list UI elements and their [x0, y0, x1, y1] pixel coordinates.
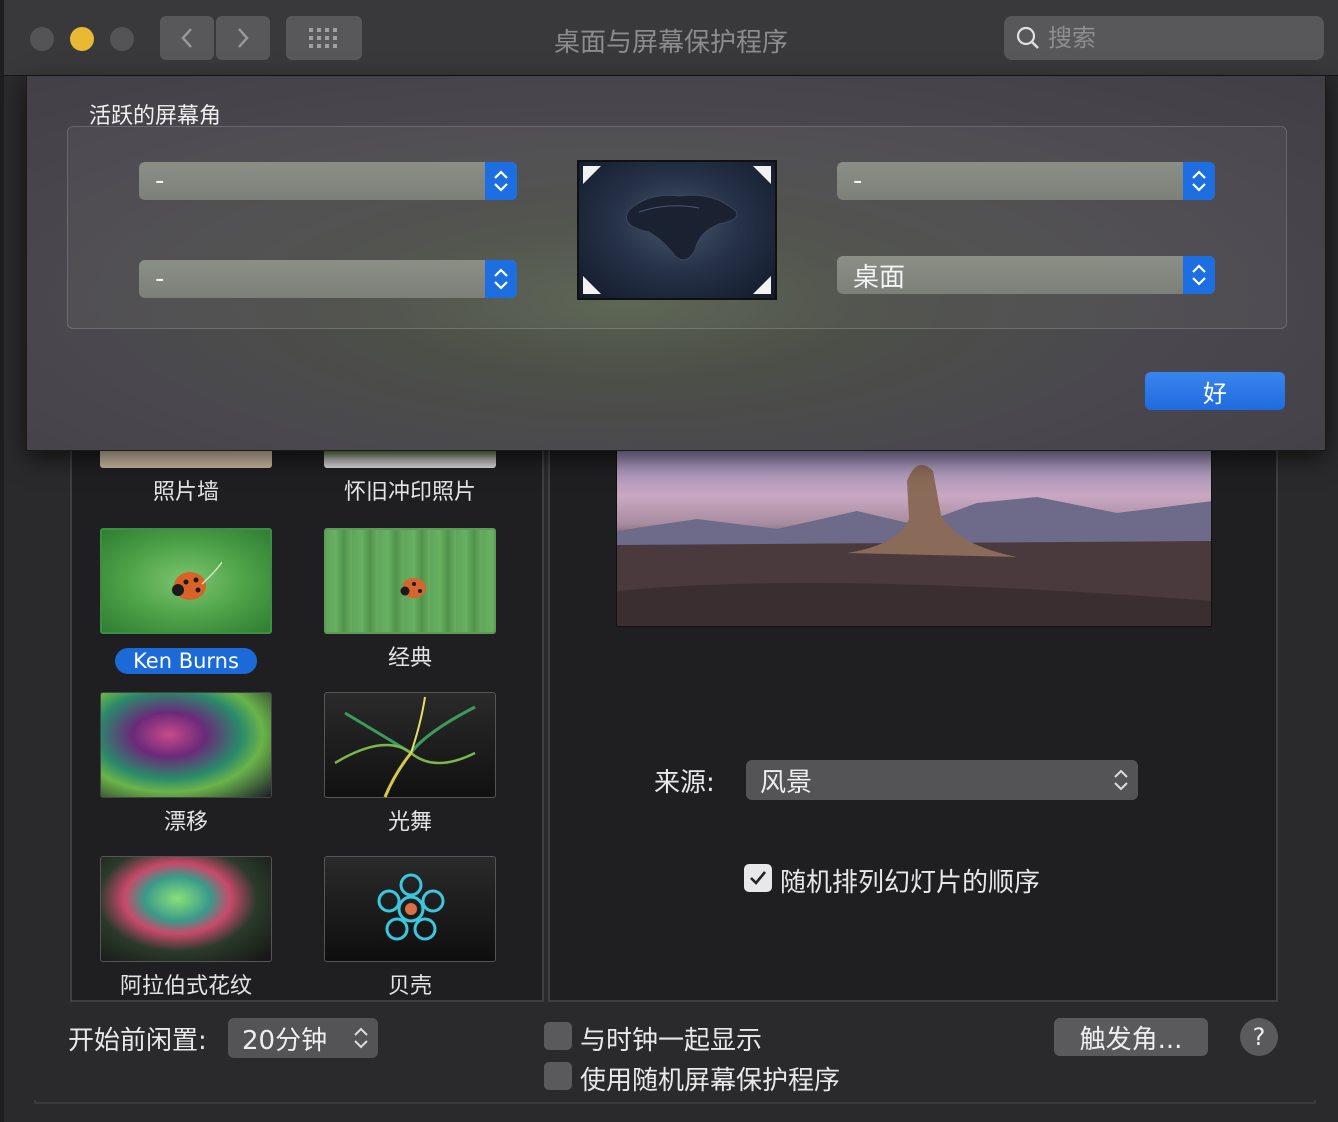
select-stepper: [485, 260, 517, 298]
screensaver-preview: [616, 440, 1212, 627]
checkmark-icon: [750, 871, 767, 885]
navigation-buttons: [160, 16, 270, 60]
screensaver-label: 怀旧冲印照片: [343, 480, 476, 505]
screensaver-label: Ken Burns: [115, 648, 257, 674]
corner-arrow-icon: [753, 276, 771, 294]
flurry-thumbnail: [324, 692, 496, 798]
forward-button[interactable]: [216, 16, 270, 60]
chevron-updown-icon: [354, 1027, 368, 1049]
back-button[interactable]: [160, 16, 214, 60]
top-right-corner-value: -: [853, 166, 863, 196]
chevron-right-icon: [238, 28, 249, 48]
select-stepper: [485, 162, 517, 200]
corner-arrow-icon: [583, 166, 601, 184]
screensaver-item[interactable]: 阿拉伯式花纹: [96, 856, 276, 1000]
top-right-corner-select[interactable]: -: [837, 162, 1215, 200]
idle-time-value: 20分钟: [242, 1025, 328, 1056]
source-label: 来源:: [654, 768, 715, 798]
idle-time-select[interactable]: 20分钟: [228, 1018, 378, 1058]
top-left-corner-value: -: [155, 166, 165, 196]
chevron-updown-icon: [494, 268, 508, 290]
random-screensaver-label: 使用随机屏幕保护程序: [580, 1066, 841, 1096]
screensaver-item[interactable]: 贝壳: [320, 856, 500, 1000]
select-stepper: [1183, 162, 1215, 200]
screensaver-item[interactable]: 光舞: [320, 692, 500, 836]
minimize-window-button[interactable]: [70, 27, 94, 51]
shuffle-label: 随机排列幻灯片的顺序: [780, 868, 1041, 898]
screensaver-label: 照片墙: [152, 480, 219, 505]
bottom-left-corner-value: -: [155, 264, 165, 294]
shell-thumbnail: [324, 856, 496, 962]
screensaver-label: 阿拉伯式花纹: [119, 974, 252, 999]
chevron-updown-icon: [1192, 264, 1206, 286]
system-preferences-window: 桌面与屏幕保护程序 照片墙 怀旧冲印照片: [4, 0, 1338, 1122]
search-input[interactable]: [1048, 24, 1288, 52]
window-bottom-border: [34, 1100, 1316, 1104]
source-select[interactable]: 风景: [746, 760, 1138, 800]
ok-button[interactable]: 好: [1145, 372, 1285, 410]
top-left-corner-select[interactable]: -: [139, 162, 517, 200]
screensaver-item-selected[interactable]: Ken Burns: [96, 528, 276, 674]
idle-label: 开始前闲置:: [68, 1026, 207, 1056]
arabesque-thumbnail: [100, 856, 272, 962]
hot-corners-sheet: 活跃的屏幕角 - - - 桌面 好: [26, 76, 1326, 451]
screensaver-item[interactable]: 漂移: [96, 692, 276, 836]
corner-arrow-icon: [583, 276, 601, 294]
screensaver-label: 贝壳: [387, 974, 432, 999]
shuffle-checkbox[interactable]: [744, 864, 772, 892]
screensaver-label: 漂移: [163, 810, 208, 835]
chevron-left-icon: [181, 28, 192, 48]
catalina-island-image: [626, 194, 738, 261]
landscape-preview-image: [617, 464, 1211, 626]
ladybug-icon: [172, 561, 222, 600]
ken-burns-thumbnail: [100, 528, 272, 634]
search-field[interactable]: [1004, 16, 1324, 60]
chevron-updown-icon: [1114, 769, 1128, 791]
grid-icon: [309, 28, 337, 48]
drift-thumbnail: [100, 692, 272, 798]
bottom-left-corner-select[interactable]: -: [139, 260, 517, 298]
flurry-icon: [334, 696, 476, 798]
show-with-clock-label: 与时钟一起显示: [580, 1026, 763, 1056]
corner-arrow-icon: [753, 166, 771, 184]
show-all-button[interactable]: [286, 16, 362, 60]
chevron-updown-icon: [494, 170, 508, 192]
title-bar: 桌面与屏幕保护程序: [4, 0, 1338, 76]
source-value: 风景: [760, 767, 813, 798]
zoom-window-button[interactable]: [110, 27, 134, 51]
screensaver-label: 经典: [387, 646, 432, 671]
ladybug-icon: [400, 578, 426, 598]
show-with-clock-checkbox[interactable]: [544, 1022, 572, 1050]
screen-corners-preview: [577, 160, 777, 300]
chevron-updown-icon: [1192, 170, 1206, 192]
help-button[interactable]: ?: [1240, 1018, 1278, 1056]
select-stepper: [1183, 256, 1215, 294]
screensaver-label: 光舞: [387, 810, 432, 835]
classic-thumbnail: [324, 528, 496, 634]
close-window-button[interactable]: [30, 27, 54, 51]
bottom-right-corner-select[interactable]: 桌面: [837, 256, 1215, 294]
screensaver-list: 照片墙 怀旧冲印照片 Ken Burns 经典 漂移 光舞 阿拉伯式花纹 贝壳: [70, 424, 544, 1002]
screensaver-item[interactable]: 经典: [320, 528, 500, 672]
bottom-right-corner-value: 桌面: [853, 262, 906, 293]
search-icon: [1016, 26, 1039, 49]
hot-corners-button[interactable]: 触发角...: [1054, 1018, 1208, 1056]
random-screensaver-checkbox[interactable]: [544, 1062, 572, 1090]
shell-icon: [377, 873, 445, 941]
